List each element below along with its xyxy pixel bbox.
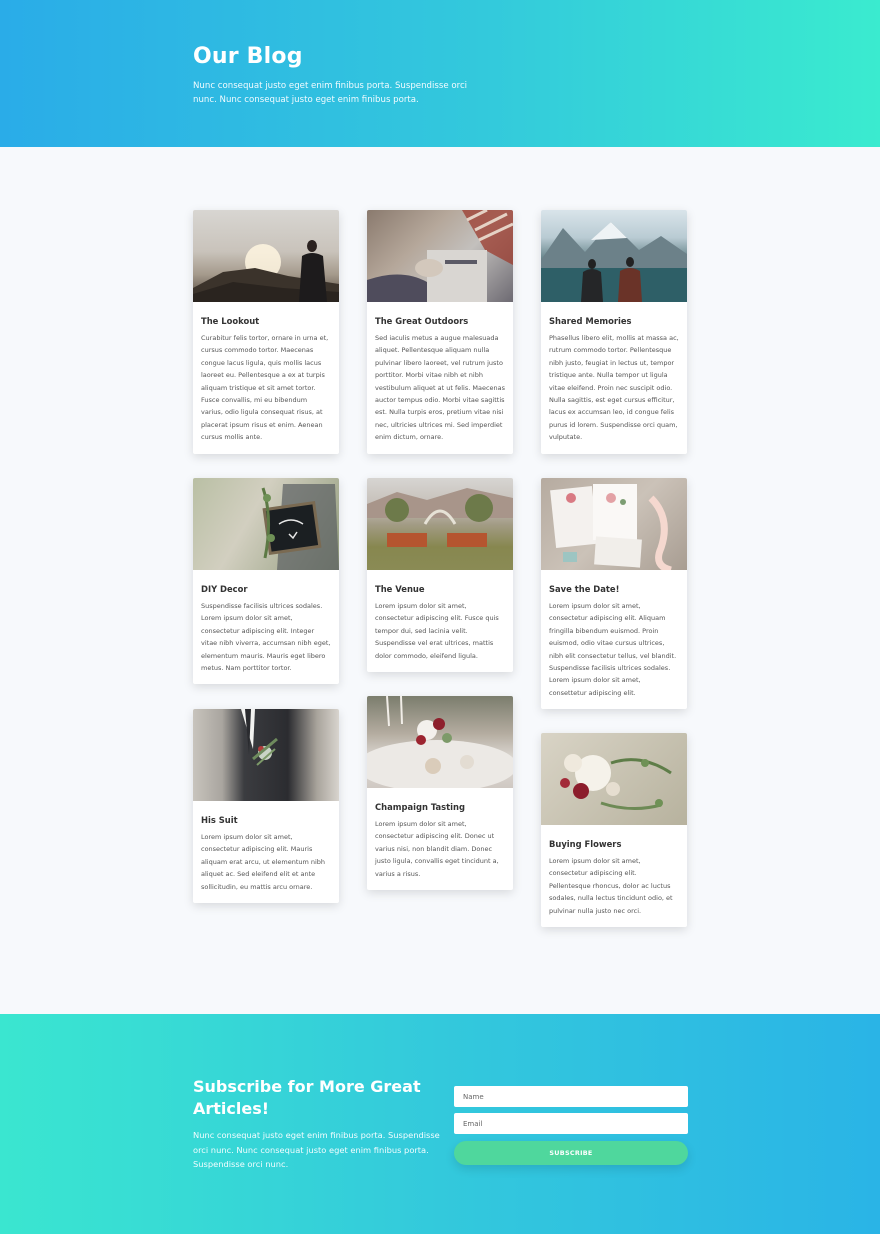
blog-card-shared-memories[interactable]: Shared Memories Phasellus libero elit, m… xyxy=(541,210,687,454)
email-field[interactable] xyxy=(454,1113,688,1134)
page-title: Our Blog xyxy=(193,44,303,69)
blog-card-excerpt: Lorem ipsum dolor sit amet, consectetur … xyxy=(201,833,326,891)
blog-card-image[interactable] xyxy=(193,709,339,801)
blog-hero-header: Our Blog Nunc consequat justo eget enim … xyxy=(0,0,880,147)
blog-card-diy-decor[interactable]: DIY Decor Suspendisse facilisis ultrices… xyxy=(193,478,339,685)
blog-card-image[interactable] xyxy=(541,210,687,302)
blog-card-excerpt: Lorem ipsum dolor sit amet, consectetur … xyxy=(549,857,673,915)
blog-card-title[interactable]: The Great Outdoors xyxy=(375,316,505,326)
page-subtitle: Nunc consequat justo eget enim finibus p… xyxy=(193,81,468,105)
blog-card-the-venue[interactable]: The Venue Lorem ipsum dolor sit amet, co… xyxy=(367,478,513,673)
blog-card-image[interactable] xyxy=(541,478,687,570)
blog-card-champaign-tasting[interactable]: Champaign Tasting Lorem ipsum dolor sit … xyxy=(367,696,513,891)
blog-card-title[interactable]: His Suit xyxy=(201,815,331,825)
blog-card-excerpt: Curabitur felis tortor, ornare in urna e… xyxy=(201,334,329,442)
blog-card-excerpt: Suspendisse facilisis ultrices sodales. … xyxy=(201,602,331,673)
subscribe-section xyxy=(0,1014,880,1234)
name-field[interactable] xyxy=(454,1086,688,1107)
blog-card-excerpt: Sed iaculis metus a augue malesuada aliq… xyxy=(375,334,506,442)
blog-card-buying-flowers[interactable]: Buying Flowers Lorem ipsum dolor sit ame… xyxy=(541,733,687,928)
blog-card-save-the-date[interactable]: Save the Date! Lorem ipsum dolor sit ame… xyxy=(541,478,687,710)
blog-card-image[interactable] xyxy=(193,478,339,570)
blog-card-image[interactable] xyxy=(541,733,687,825)
blog-card-title[interactable]: The Venue xyxy=(375,584,505,594)
blog-card-excerpt: Phasellus libero elit, mollis at massa a… xyxy=(549,334,679,442)
blog-card-title[interactable]: Save the Date! xyxy=(549,584,679,594)
blog-card-title[interactable]: DIY Decor xyxy=(201,584,331,594)
blog-card-excerpt: Lorem ipsum dolor sit amet, consectetur … xyxy=(549,602,677,697)
blog-card-the-lookout[interactable]: The Lookout Curabitur felis tortor, orna… xyxy=(193,210,339,454)
blog-card-image[interactable] xyxy=(193,210,339,302)
blog-card-image[interactable] xyxy=(367,210,513,302)
blog-card-the-great-outdoors[interactable]: The Great Outdoors Sed iaculis metus a a… xyxy=(367,210,513,454)
blog-card-title[interactable]: Buying Flowers xyxy=(549,839,679,849)
blog-card-his-suit[interactable]: His Suit Lorem ipsum dolor sit amet, con… xyxy=(193,709,339,904)
subscribe-description: Nunc consequat justo eget enim finibus p… xyxy=(193,1130,440,1170)
blog-card-title[interactable]: Shared Memories xyxy=(549,316,679,326)
blog-card-title[interactable]: Champaign Tasting xyxy=(375,802,505,812)
subscribe-title: Subscribe for More Great Articles! xyxy=(193,1077,421,1118)
subscribe-button[interactable]: SUBSCRIBE xyxy=(454,1141,688,1165)
blog-card-excerpt: Lorem ipsum dolor sit amet, consectetur … xyxy=(375,602,499,660)
blog-card-excerpt: Lorem ipsum dolor sit amet, consectetur … xyxy=(375,820,499,878)
blog-card-title[interactable]: The Lookout xyxy=(201,316,331,326)
blog-card-image[interactable] xyxy=(367,696,513,788)
blog-card-image[interactable] xyxy=(367,478,513,570)
